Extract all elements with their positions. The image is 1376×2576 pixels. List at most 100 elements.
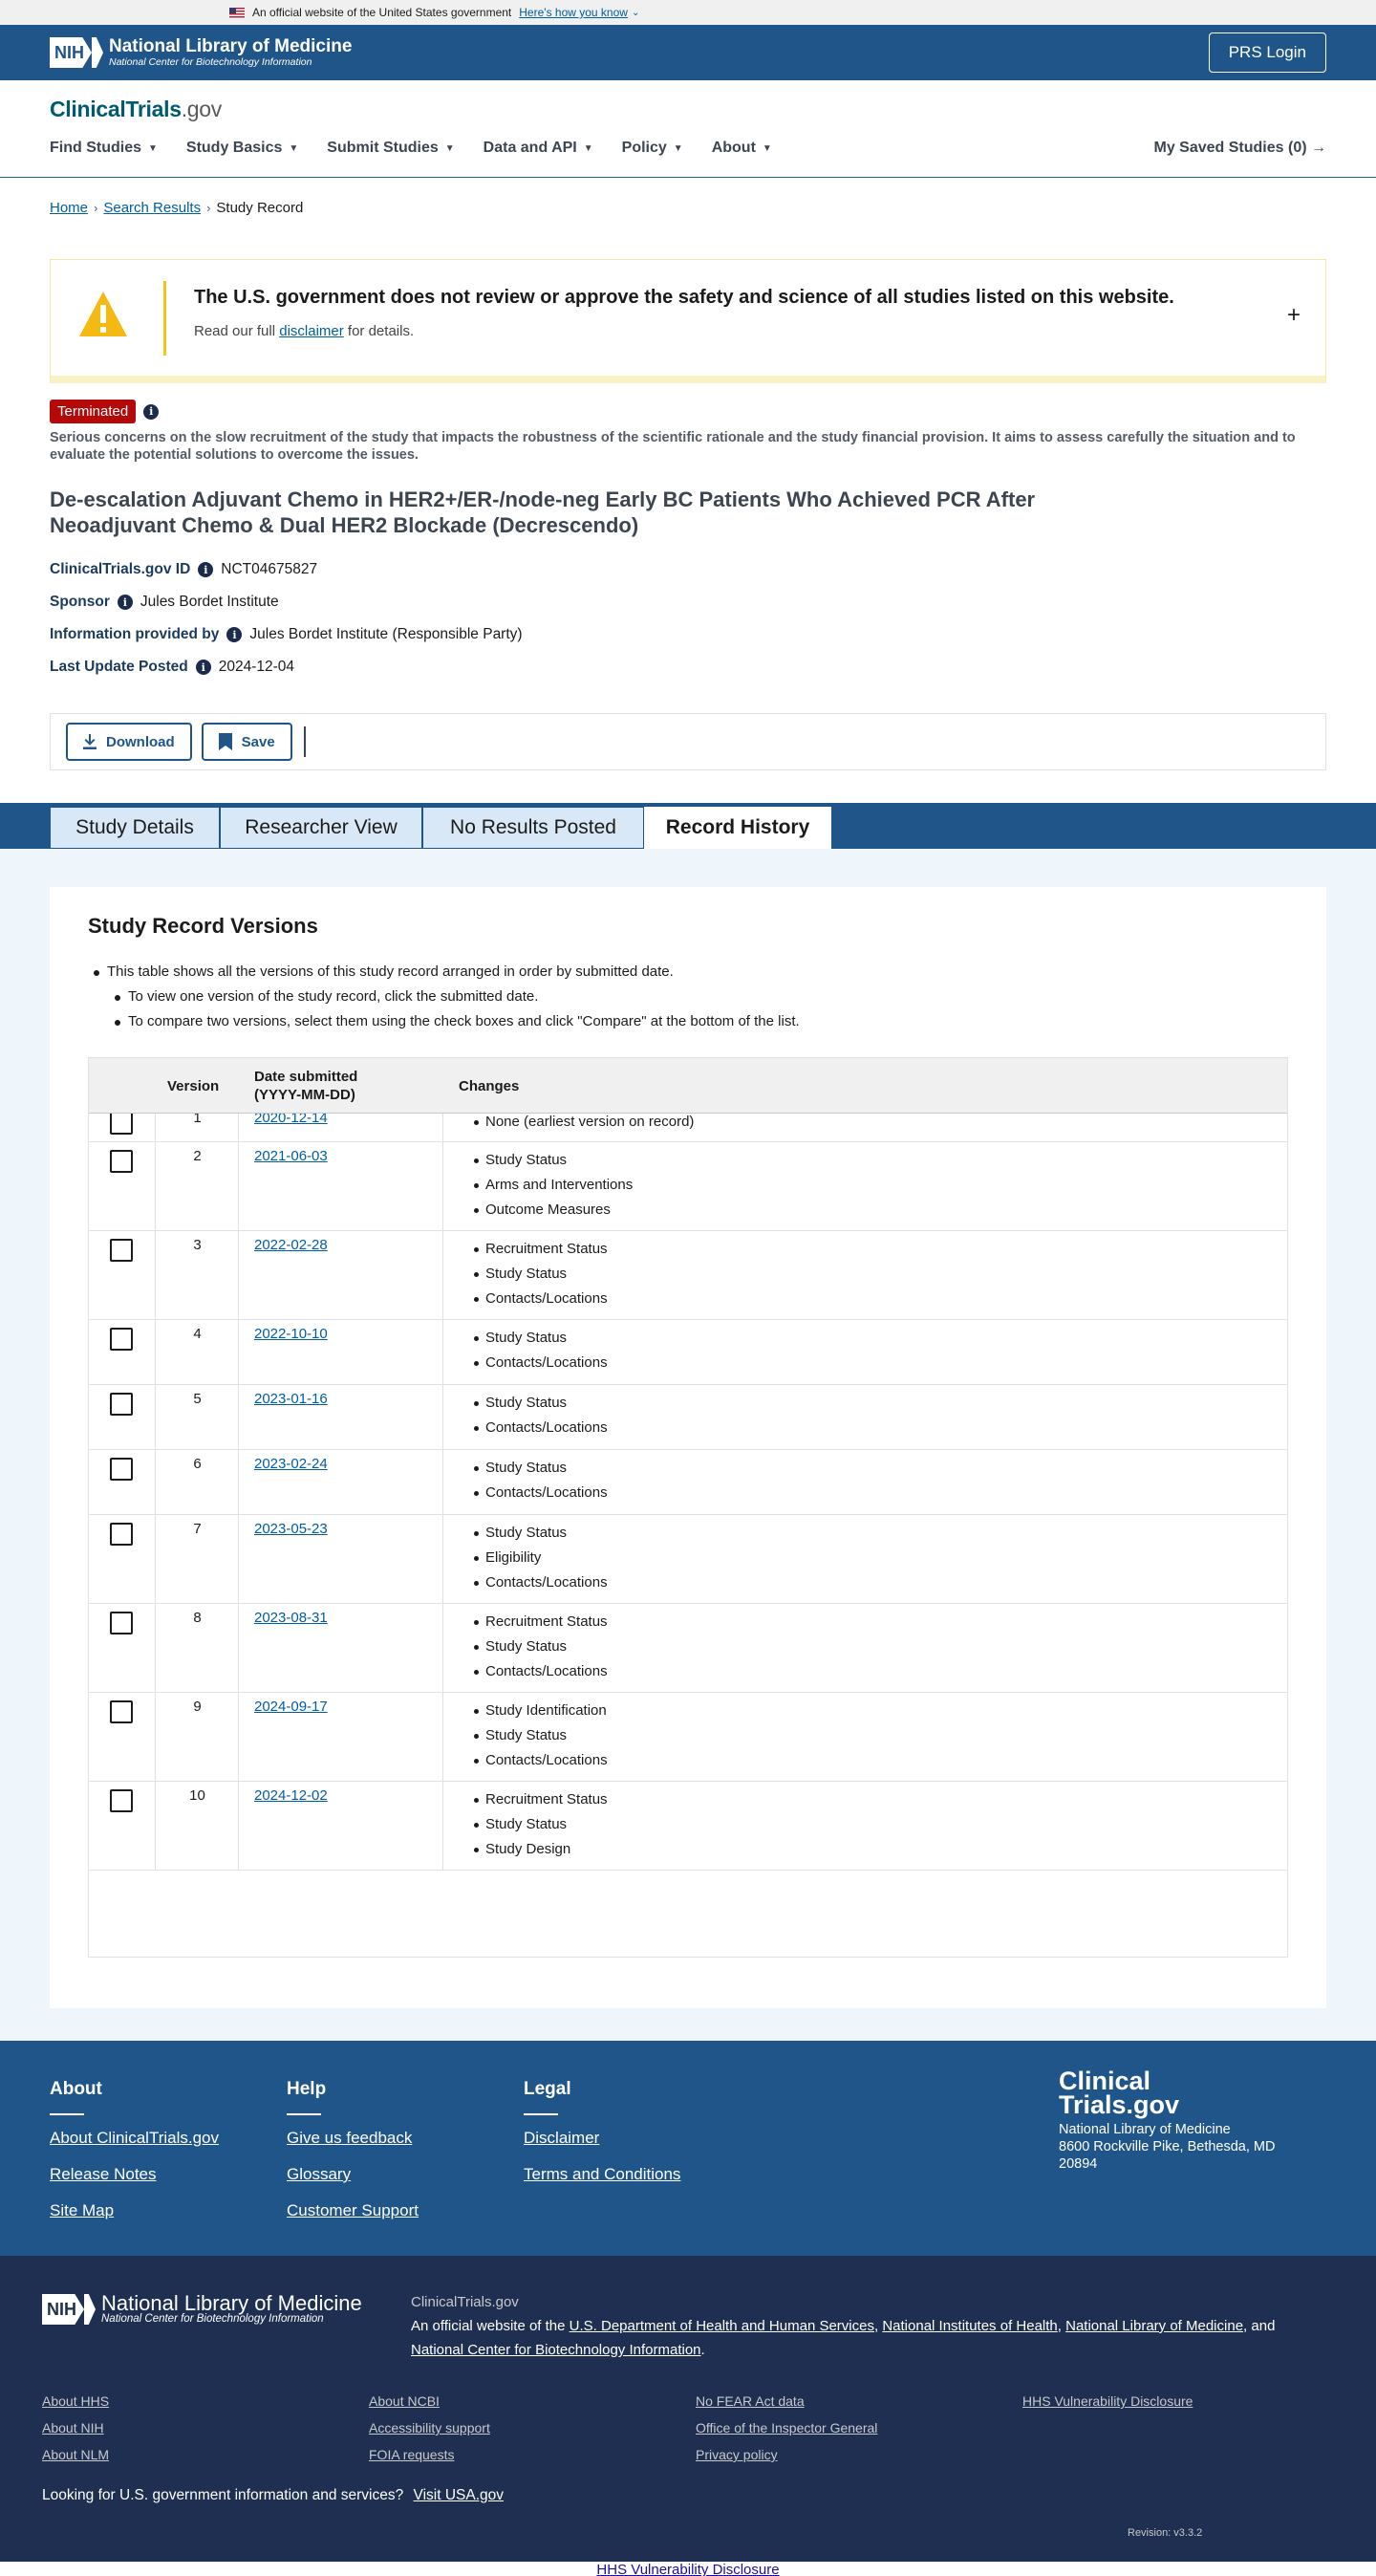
visit-usa-link[interactable]: Visit USA.gov: [414, 2487, 504, 2503]
nav-about[interactable]: About ▼: [712, 140, 772, 157]
disclaimer-alert: The U.S. government does not review or a…: [50, 259, 1326, 383]
changes-list: Recruitment Status Study Status Study Desi…: [474, 1787, 608, 1862]
link-no-fear[interactable]: No FEAR Act data: [696, 2388, 877, 2414]
version-date-link[interactable]: 2022-02-28: [254, 1237, 328, 1253]
footer-ct-logo: Clinical Trials.gov National Library of …: [1059, 2068, 1307, 2173]
link-accessibility[interactable]: Accessibility support: [369, 2414, 490, 2441]
my-saved-studies-link[interactable]: My Saved Studies (0) →: [1154, 140, 1327, 157]
tab-no-results-posted[interactable]: No Results Posted: [422, 807, 644, 849]
revision-text: Revision: v3.3.2: [1128, 2527, 1203, 2539]
change-item: Study Status: [473, 1148, 633, 1173]
nih-link[interactable]: National Institutes of Health: [882, 2318, 1057, 2334]
footer-link-feedback[interactable]: Give us feedback: [287, 2129, 419, 2148]
version-date-link[interactable]: 2024-12-02: [254, 1787, 328, 1804]
ncbi-subtitle: National Center for Biotechnology Inform…: [109, 56, 312, 68]
footer-link-terms[interactable]: Terms and Conditions: [524, 2165, 680, 2184]
version-checkbox[interactable]: [110, 1523, 133, 1546]
version-checkbox[interactable]: [110, 1789, 133, 1812]
save-label: Save: [241, 733, 275, 750]
info-icon[interactable]: i: [143, 403, 160, 420]
change-item: Recruitment Status: [474, 1237, 608, 1262]
download-icon: [83, 734, 97, 749]
change-item: Study Status: [474, 1391, 608, 1416]
nlm-logo[interactable]: NIH National Library of Medicine Nationa…: [50, 35, 352, 70]
date-cell: 2022-10-10: [239, 1320, 443, 1384]
link-privacy[interactable]: Privacy policy: [696, 2441, 877, 2468]
footer-nlm-logo[interactable]: NIH National Library of Medicine Nationa…: [42, 2292, 362, 2327]
table-row: 7 2023-05-23 Study Status Eligibility Contac…: [89, 1515, 1287, 1604]
table-row: 8 2023-08-31 Recruitment Status Study Statu…: [89, 1604, 1287, 1693]
version-date-link[interactable]: 2022-10-10: [254, 1326, 328, 1342]
chevron-down-icon: ▼: [762, 142, 772, 154]
version-checkbox[interactable]: [110, 1700, 133, 1723]
version-date-link[interactable]: 2023-01-16: [254, 1391, 328, 1407]
link-about-nlm[interactable]: About NLM: [42, 2441, 109, 2468]
note-item: To compare two versions, select them usi…: [115, 1009, 800, 1034]
heading-underline: [287, 2113, 321, 2115]
download-button[interactable]: Download: [66, 723, 192, 761]
info-icon[interactable]: i: [195, 660, 211, 675]
hhs-vulnerability-link[interactable]: HHS Vulnerability Disclosure: [596, 2562, 779, 2576]
save-button[interactable]: Save: [201, 723, 292, 761]
ncbi-link[interactable]: National Center for Biotechnology Inform…: [411, 2342, 701, 2358]
changes-list: Study Status Arms and Interventions Outcom…: [473, 1148, 633, 1223]
version-checkbox[interactable]: [110, 1112, 133, 1135]
footer-link-disclaimer[interactable]: Disclaimer: [524, 2129, 680, 2148]
heres-how-you-know-link[interactable]: Here's how you know: [519, 6, 628, 19]
footer-link-about-ct[interactable]: About ClinicalTrials.gov: [50, 2129, 219, 2148]
changes-cell: Study Status Eligibility Contacts/Location…: [443, 1515, 1287, 1603]
info-icon[interactable]: i: [198, 562, 214, 577]
version-date-link[interactable]: 2021-06-03: [254, 1148, 328, 1164]
select-cell: [89, 1604, 156, 1692]
info-icon[interactable]: i: [117, 595, 133, 610]
version-date-link[interactable]: 2023-08-31: [254, 1610, 328, 1626]
chevron-down-icon: ▼: [444, 142, 455, 154]
nav-policy[interactable]: Policy ▼: [622, 140, 683, 157]
version-checkbox[interactable]: [110, 1239, 133, 1262]
version-cell: 6: [156, 1450, 239, 1514]
tab-researcher-view[interactable]: Researcher View: [220, 807, 422, 849]
link-foia[interactable]: FOIA requests: [369, 2441, 490, 2468]
hhs-link[interactable]: U.S. Department of Health and Human Serv…: [570, 2318, 874, 2334]
prs-login-button[interactable]: PRS Login: [1208, 32, 1326, 73]
link-oig[interactable]: Office of the Inspector General: [696, 2414, 877, 2441]
nih-logo-icon: NIH: [42, 2292, 96, 2327]
note-item: To view one version of the study record,…: [115, 985, 800, 1009]
version-date-link[interactable]: 2023-02-24: [254, 1456, 328, 1472]
link-about-ncbi[interactable]: About NCBI: [369, 2388, 490, 2414]
nav-study-basics[interactable]: Study Basics ▼: [186, 140, 298, 157]
date-cell: 2021-06-03: [239, 1142, 443, 1230]
footer-primary: About About ClinicalTrials.gov Release N…: [0, 2041, 1376, 2256]
footer-legal-column: Legal Disclaimer Terms and Conditions: [524, 2079, 680, 2201]
nlm-link[interactable]: National Library of Medicine: [1065, 2318, 1243, 2334]
expand-plus-icon[interactable]: +: [1287, 302, 1301, 329]
nav-data-and-api[interactable]: Data and API ▼: [484, 140, 593, 157]
version-checkbox[interactable]: [110, 1150, 133, 1173]
breadcrumb-home[interactable]: Home: [50, 200, 88, 216]
version-checkbox[interactable]: [110, 1393, 133, 1416]
footer-link-support[interactable]: Customer Support: [287, 2201, 419, 2220]
tab-study-details[interactable]: Study Details: [50, 807, 220, 849]
tab-record-history[interactable]: Record History: [644, 807, 831, 849]
version-date-link[interactable]: 2024-09-17: [254, 1699, 328, 1715]
link-about-hhs[interactable]: About HHS: [42, 2388, 109, 2414]
changes-list: Recruitment Status Study Status Contacts/L…: [474, 1610, 608, 1684]
tab-strip: Study Details Researcher View No Results…: [0, 803, 1376, 849]
version-checkbox[interactable]: [110, 1328, 133, 1351]
clinicaltrials-logo[interactable]: ClinicalTrials.gov: [50, 97, 222, 122]
version-checkbox[interactable]: [110, 1458, 133, 1481]
info-icon[interactable]: i: [226, 627, 243, 642]
breadcrumb-search-results[interactable]: Search Results: [103, 200, 201, 216]
nav-submit-studies[interactable]: Submit Studies ▼: [327, 140, 454, 157]
changes-cell: Study Identification Study Status Contacts…: [443, 1693, 1287, 1781]
nav-find-studies[interactable]: Find Studies ▼: [50, 140, 158, 157]
disclaimer-link[interactable]: disclaimer: [279, 323, 344, 339]
link-about-nih[interactable]: About NIH: [42, 2414, 109, 2441]
version-date-link[interactable]: 2023-05-23: [254, 1521, 328, 1537]
versions-heading: Study Record Versions: [88, 914, 318, 938]
footer-link-site-map[interactable]: Site Map: [50, 2201, 219, 2220]
version-checkbox[interactable]: [110, 1612, 133, 1634]
footer-link-release-notes[interactable]: Release Notes: [50, 2165, 219, 2184]
link-hhs-vuln[interactable]: HHS Vulnerability Disclosure: [1022, 2388, 1193, 2414]
footer-link-glossary[interactable]: Glossary: [287, 2165, 419, 2184]
